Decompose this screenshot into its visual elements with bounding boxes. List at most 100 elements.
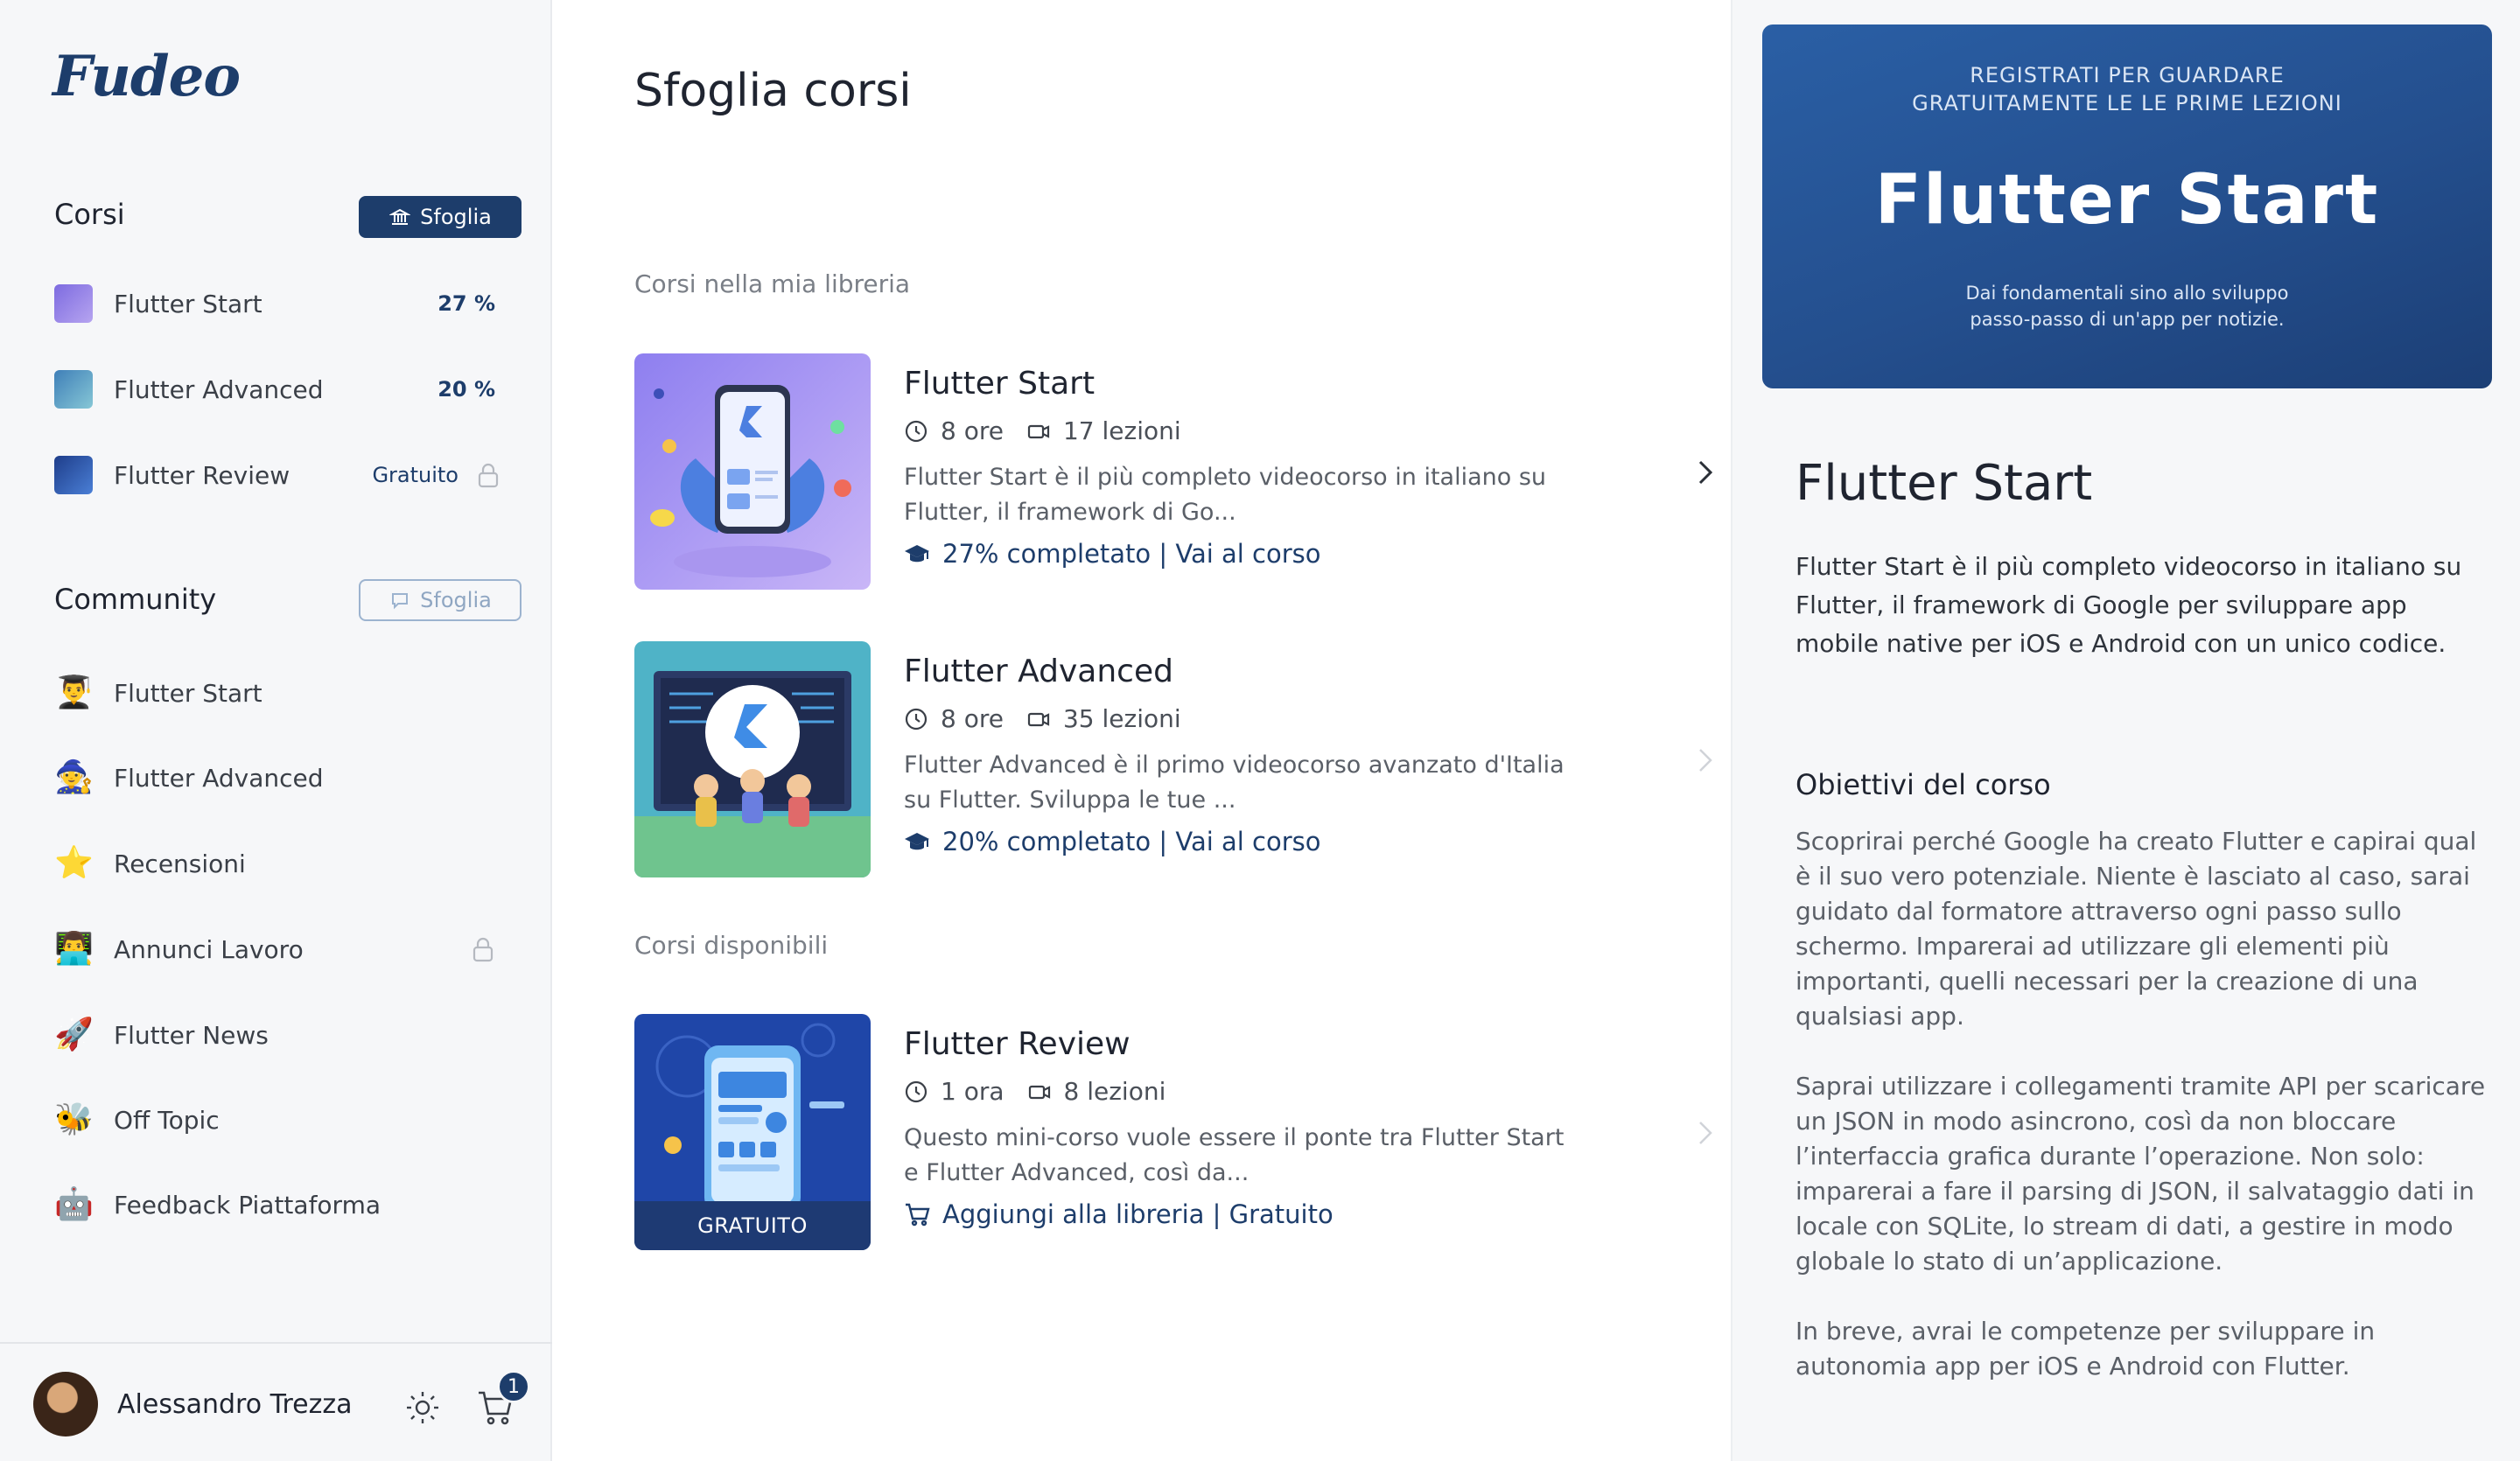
course-lessons: 17 lezioni bbox=[1062, 416, 1181, 445]
user-name[interactable]: Alessandro Trezza bbox=[117, 1389, 353, 1420]
library-section-title: Corsi nella mia libreria bbox=[634, 269, 911, 298]
clock-icon bbox=[905, 1080, 928, 1102]
lock-icon bbox=[472, 937, 494, 962]
graduation-cap-icon bbox=[905, 545, 929, 563]
banner-subtitle-line: Dai fondamentali sino allo sviluppo bbox=[1965, 283, 2289, 304]
course-duration: 1 ora bbox=[941, 1077, 1004, 1106]
sidebar-community-recensioni[interactable]: ⭐ Recensioni bbox=[54, 840, 500, 887]
course-progress: 20 % bbox=[438, 377, 495, 402]
banner-title: Flutter Start bbox=[1874, 161, 2380, 240]
sidebar-course-flutter-start[interactable]: Flutter Start 27 % bbox=[54, 280, 500, 327]
developer-emoji-icon: 👨‍💻 bbox=[54, 931, 94, 967]
browse-community-button[interactable]: Sfoglia bbox=[359, 579, 522, 621]
library-icon bbox=[388, 206, 411, 228]
star-emoji-icon: ⭐ bbox=[54, 845, 94, 881]
course-card-description: Flutter Advanced è il primo videocorso a… bbox=[904, 751, 1564, 814]
community-label: Annunci Lavoro bbox=[114, 934, 304, 964]
sidebar-community-flutter-news[interactable]: 🚀 Flutter News bbox=[54, 1011, 500, 1059]
course-card-cta[interactable]: 27% completato | Vai al corso bbox=[904, 539, 1321, 569]
clock-icon bbox=[905, 708, 928, 730]
course-card-title: Flutter Start bbox=[904, 366, 1096, 402]
course-detail-panel: REGISTRATI PER GUARDARE GRATUITAMENTE LE… bbox=[1731, 0, 2520, 1461]
rocket-emoji-icon: 🚀 bbox=[54, 1017, 94, 1052]
course-duration: 8 ore bbox=[941, 704, 1004, 733]
course-duration: 8 ore bbox=[941, 416, 1004, 445]
sidebar-community-off-topic[interactable]: 🐝 Off Topic bbox=[54, 1096, 500, 1143]
cart-icon bbox=[906, 1203, 930, 1227]
user-bar: Alessandro Trezza bbox=[0, 1342, 552, 1461]
banner-kicker: REGISTRATI PER GUARDARE GRATUITAMENTE LE… bbox=[1762, 61, 2492, 117]
chevron-right-icon[interactable] bbox=[1693, 1115, 1718, 1150]
clock-icon bbox=[905, 420, 928, 442]
community-label: Flutter Start bbox=[114, 678, 262, 708]
lock-icon bbox=[478, 463, 499, 488]
community-label: Flutter Advanced bbox=[114, 763, 324, 793]
course-banner[interactable]: REGISTRATI PER GUARDARE GRATUITAMENTE LE… bbox=[1762, 24, 2492, 388]
sidebar-community-annunci-lavoro[interactable]: 👨‍💻 Annunci Lavoro bbox=[54, 926, 500, 973]
community-section-title: Community bbox=[54, 583, 217, 616]
sidebar-course-label: Flutter Advanced bbox=[114, 374, 324, 404]
course-card-title: Flutter Review bbox=[904, 1026, 1130, 1062]
objective-paragraph: Scoprirai perché Google ha creato Flutte… bbox=[1796, 827, 2477, 1031]
student-emoji-icon: 👨‍🎓 bbox=[54, 675, 94, 710]
sun-icon[interactable] bbox=[404, 1389, 441, 1426]
robot-emoji-icon: 🤖 bbox=[54, 1186, 94, 1222]
course-detail-title: Flutter Start bbox=[1796, 455, 2093, 512]
chevron-right-icon[interactable] bbox=[1693, 455, 1718, 490]
course-card-flutter-advanced[interactable]: Flutter Advanced 8 ore 35 lezioni Flutte… bbox=[634, 641, 1712, 879]
course-card-cta[interactable]: 20% completato | Vai al corso bbox=[904, 827, 1321, 856]
course-card-description: Questo mini-corso vuole essere il ponte … bbox=[904, 1124, 1564, 1186]
sidebar-community-flutter-advanced[interactable]: 🧙 Flutter Advanced bbox=[54, 754, 500, 801]
sidebar-course-flutter-review[interactable]: Flutter Review Gratuito bbox=[54, 451, 500, 499]
main-content: Sfoglia corsi Corsi nella mia libreria F… bbox=[554, 0, 1730, 1461]
flutter-start-thumbnail bbox=[54, 284, 93, 323]
chevron-right-icon[interactable] bbox=[1693, 743, 1718, 778]
avatar[interactable] bbox=[33, 1372, 98, 1437]
community-label: Feedback Piattaforma bbox=[114, 1190, 382, 1220]
objective-paragraph: In breve, avrai le competenze per svilup… bbox=[1796, 1317, 2376, 1381]
cart-count-badge: 1 bbox=[497, 1370, 530, 1403]
fudeo-logo[interactable]: Fudeo bbox=[52, 44, 241, 109]
course-card-flutter-start[interactable]: Flutter Start 8 ore 17 lezioni Flutter S… bbox=[634, 353, 1713, 591]
course-lessons: 8 lezioni bbox=[1063, 1077, 1166, 1106]
sidebar: Fudeo Corsi Sfoglia Flutter Start 27 % F… bbox=[0, 0, 552, 1461]
video-icon bbox=[1027, 424, 1050, 438]
objective-paragraph: Saprai utilizzare i collegamenti tramite… bbox=[1796, 1072, 2486, 1276]
course-card-meta: 8 ore 17 lezioni bbox=[904, 416, 1181, 445]
browse-courses-label: Sfoglia bbox=[420, 205, 492, 229]
banner-kicker-line: REGISTRATI PER GUARDARE bbox=[1970, 63, 2285, 87]
video-icon bbox=[1027, 712, 1050, 726]
flutter-start-cover-image bbox=[634, 353, 871, 590]
course-progress: 27 % bbox=[438, 291, 495, 316]
community-label: Flutter News bbox=[114, 1020, 269, 1050]
bee-emoji-icon: 🐝 bbox=[54, 1101, 94, 1137]
graduation-cap-icon bbox=[905, 833, 929, 850]
add-to-library-label: Aggiungi alla libreria | Gratuito bbox=[942, 1199, 1334, 1229]
course-card-flutter-review[interactable]: GRATUITO Flutter Review 1 ora 8 lezioni … bbox=[634, 1014, 1712, 1252]
chat-icon bbox=[388, 589, 411, 612]
free-badge: GRATUITO bbox=[634, 1201, 871, 1250]
course-detail-description: Flutter Start è il più completo videocor… bbox=[1796, 552, 2462, 658]
sidebar-course-label: Flutter Review bbox=[114, 460, 290, 490]
course-cta-label: 20% completato | Vai al corso bbox=[942, 827, 1321, 856]
flutter-advanced-cover-image bbox=[634, 641, 871, 877]
flutter-advanced-thumbnail bbox=[54, 370, 93, 409]
flutter-review-thumbnail bbox=[54, 456, 93, 494]
objectives-title: Obiettivi del corso bbox=[1796, 768, 2051, 801]
sidebar-community-feedback[interactable]: 🤖 Feedback Piattaforma bbox=[54, 1181, 500, 1228]
sidebar-community-flutter-start[interactable]: 👨‍🎓 Flutter Start bbox=[54, 669, 500, 717]
banner-kicker-line: GRATUITAMENTE LE LE PRIME LEZIONI bbox=[1912, 91, 2342, 115]
add-to-library-cta[interactable]: Aggiungi alla libreria | Gratuito bbox=[904, 1199, 1334, 1229]
page-title: Sfoglia corsi bbox=[634, 65, 912, 117]
sidebar-course-label: Flutter Start bbox=[114, 289, 262, 318]
video-icon bbox=[1028, 1085, 1050, 1099]
browse-community-label: Sfoglia bbox=[420, 588, 492, 612]
course-card-meta: 1 ora 8 lezioni bbox=[904, 1077, 1166, 1106]
browse-courses-button[interactable]: Sfoglia bbox=[359, 196, 522, 238]
course-free-label: Gratuito bbox=[372, 463, 458, 487]
available-section-title: Corsi disponibili bbox=[634, 931, 829, 960]
course-cta-label: 27% completato | Vai al corso bbox=[942, 539, 1321, 569]
flutter-review-cover-image: GRATUITO bbox=[634, 1014, 871, 1250]
banner-subtitle-line: passo-passo di un'app per notizie. bbox=[1970, 309, 2285, 330]
sidebar-course-flutter-advanced[interactable]: Flutter Advanced 20 % bbox=[54, 366, 500, 413]
